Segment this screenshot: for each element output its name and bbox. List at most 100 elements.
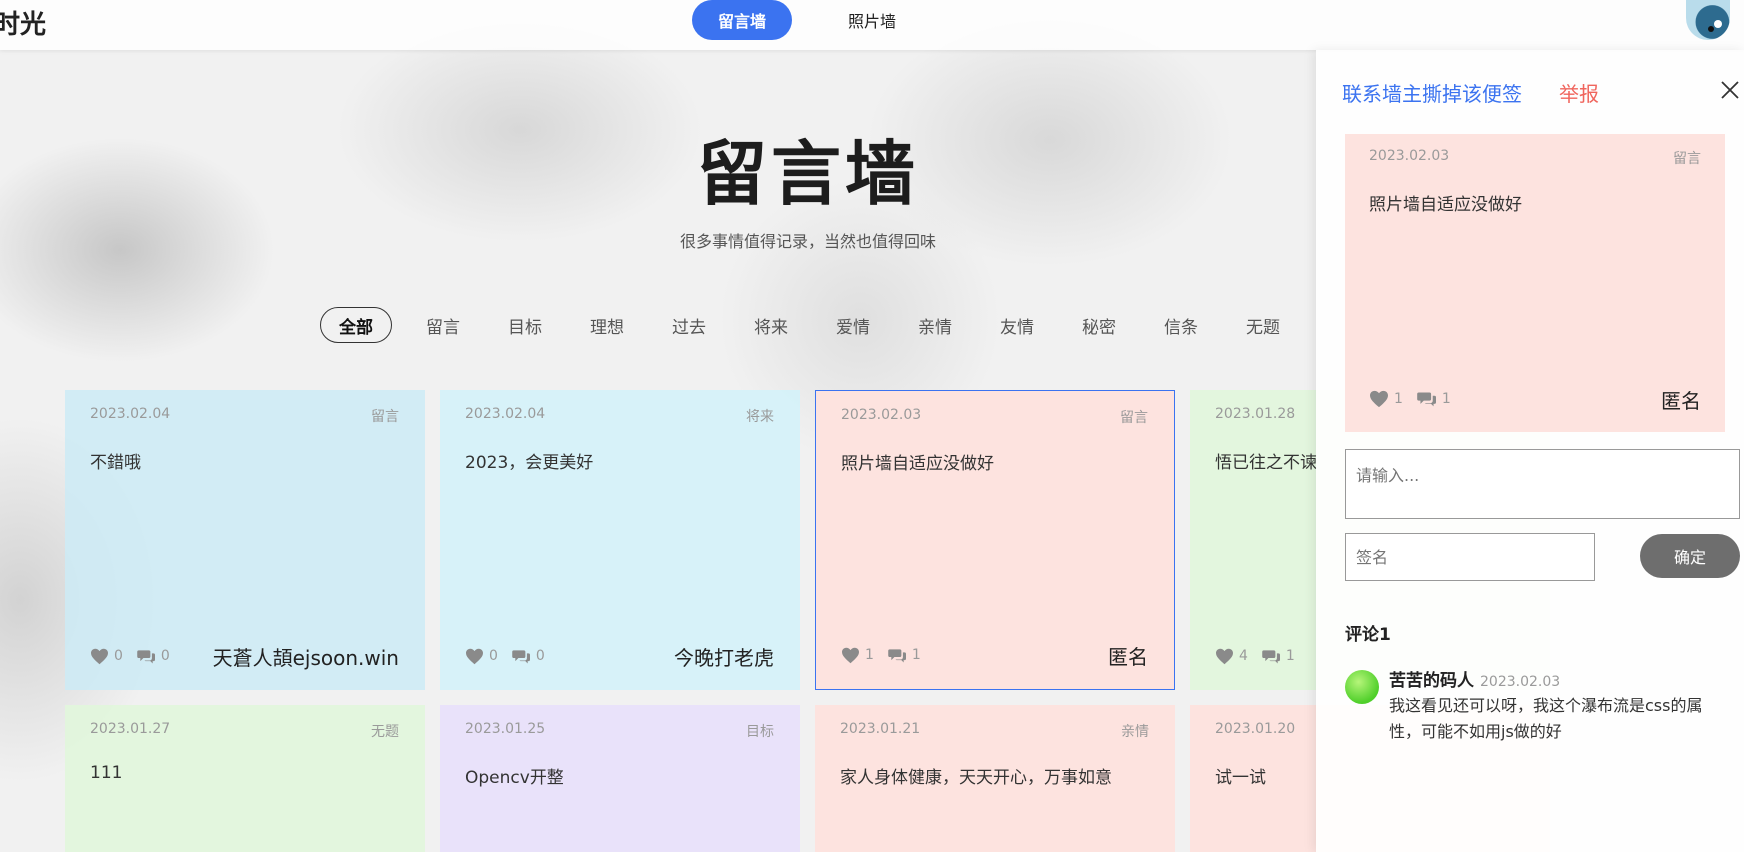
note-category: 将来 [746, 409, 774, 425]
comment-author-name: 苦苦的码人 [1389, 671, 1474, 691]
note-category: 亲情 [1121, 724, 1149, 740]
filter-future[interactable]: 将来 [730, 307, 812, 343]
comment-button[interactable]: 0 [512, 648, 545, 665]
comment-button[interactable]: 1 [1417, 390, 1451, 408]
note-card[interactable]: 2023.01.25 目标 Opencv开整 [440, 705, 800, 852]
comment-button[interactable]: 1 [1262, 648, 1295, 665]
note-date: 2023.01.25 [465, 721, 546, 737]
like-count: 1 [1394, 391, 1403, 407]
comment-count: 0 [535, 648, 545, 664]
note-date: 2023.01.21 [840, 721, 921, 737]
filter-all[interactable]: 全部 [320, 307, 392, 343]
note-footer: 0 0 天蒼人頡ejsoon.win [90, 644, 399, 670]
note-date: 2023.01.28 [1215, 406, 1296, 422]
like-button[interactable]: 1 [841, 647, 874, 664]
nav-message-wall[interactable]: 留言墙 [692, 0, 792, 40]
report-link[interactable]: 举报 [1559, 78, 1599, 107]
user-avatar[interactable] [1686, 0, 1730, 40]
comments-heading: 评论1 [1345, 625, 1391, 645]
comment-input[interactable] [1345, 449, 1740, 519]
comment-icon [137, 649, 155, 663]
like-count: 0 [114, 648, 123, 664]
note-card[interactable]: 2023.01.27 无题 111 [65, 705, 425, 852]
heart-icon [842, 647, 859, 663]
note-message: 不錯哦 [90, 453, 141, 473]
comment-button[interactable]: 1 [888, 647, 921, 664]
comment-count: 1 [1285, 648, 1295, 664]
comment-icon [888, 648, 906, 662]
filter-untitled[interactable]: 无题 [1222, 307, 1304, 343]
note-message: 家人身体健康，天天开心，万事如意 [840, 768, 1112, 788]
like-button[interactable]: 0 [90, 648, 123, 665]
avatar-pupil-icon [1708, 26, 1714, 32]
avatar-eye-icon [1714, 20, 1722, 28]
note-footer: 1 1 匿名 [1369, 386, 1701, 413]
comment-icon [1262, 649, 1280, 663]
comment-date: 2023.02.03 [1480, 674, 1561, 690]
filter-secret[interactable]: 秘密 [1058, 307, 1140, 343]
category-filter-bar: 全部 留言 目标 理想 过去 将来 爱情 亲情 友情 秘密 信条 无题 [320, 307, 1304, 343]
comment-count: 1 [911, 647, 921, 663]
note-category: 留言 [1673, 151, 1701, 167]
like-button[interactable]: 0 [465, 648, 498, 665]
note-card[interactable]: 2023.01.21 亲情 家人身体健康，天天开心，万事如意 [815, 705, 1175, 852]
filter-creed[interactable]: 信条 [1140, 307, 1222, 343]
avatar [1345, 670, 1379, 704]
note-card-selected[interactable]: 2023.02.03 留言 照片墙自适应没做好 1 1 匿名 [815, 390, 1175, 690]
note-card[interactable]: 2023.02.04 将来 2023，会更美好 0 0 今晚打老虎 [440, 390, 800, 690]
filter-message[interactable]: 留言 [402, 307, 484, 343]
heart-icon [1216, 648, 1233, 664]
note-signer: 天蒼人頡ejsoon.win [212, 645, 399, 670]
close-icon[interactable] [1720, 80, 1740, 100]
note-date: 2023.02.03 [841, 407, 922, 423]
like-count: 4 [1239, 648, 1248, 664]
comment-count: 1 [1441, 391, 1451, 407]
tear-off-note-link[interactable]: 联系墙主撕掉该便签 [1342, 78, 1522, 107]
nav-photo-wall[interactable]: 照片墙 [822, 0, 922, 40]
note-signer: 今晚打老虎 [674, 645, 774, 670]
heart-icon [466, 648, 483, 664]
filter-family[interactable]: 亲情 [894, 307, 976, 343]
heart-icon [91, 648, 108, 664]
note-date: 2023.01.20 [1215, 721, 1296, 737]
filter-love[interactable]: 爱情 [812, 307, 894, 343]
note-footer: 1 1 匿名 [841, 643, 1148, 669]
note-category: 目标 [746, 724, 774, 740]
note-message: 111 [90, 763, 123, 783]
comment-count: 0 [160, 648, 170, 664]
like-count: 0 [489, 648, 498, 664]
note-signer: 匿名 [1661, 388, 1701, 413]
detail-note-card: 2023.02.03 留言 照片墙自适应没做好 1 1 匿名 [1345, 134, 1725, 432]
filter-ideal[interactable]: 理想 [566, 307, 648, 343]
signature-input[interactable] [1345, 533, 1595, 581]
note-message: 试一试 [1215, 768, 1266, 788]
note-message: Opencv开整 [465, 768, 564, 788]
heart-icon [1370, 390, 1388, 408]
like-button[interactable]: 4 [1215, 648, 1248, 665]
note-signer: 匿名 [1108, 644, 1148, 669]
like-count: 1 [865, 647, 874, 663]
comment-text: 我这看见还可以呀，我这个瀑布流是css的属性，可能不如用js做的好 [1389, 696, 1703, 741]
note-card[interactable]: 2023.02.04 留言 不錯哦 0 0 天蒼人頡ejsoon.win [65, 390, 425, 690]
comment-icon [512, 649, 530, 663]
note-date: 2023.02.03 [1369, 148, 1450, 164]
note-date: 2023.02.04 [90, 406, 171, 422]
note-category: 无题 [371, 724, 399, 740]
note-message: 照片墙自适应没做好 [841, 454, 994, 474]
note-footer: 0 0 今晚打老虎 [465, 644, 774, 670]
note-date: 2023.02.04 [465, 406, 546, 422]
note-message: 照片墙自适应没做好 [1369, 195, 1522, 215]
comment-button[interactable]: 0 [137, 648, 170, 665]
confirm-button[interactable]: 确定 [1640, 534, 1740, 578]
note-date: 2023.01.27 [90, 721, 171, 737]
like-button[interactable]: 1 [1369, 390, 1403, 408]
app-logo[interactable]: 时光 [0, 4, 46, 41]
filter-goal[interactable]: 目标 [484, 307, 566, 343]
filter-past[interactable]: 过去 [648, 307, 730, 343]
note-category: 留言 [371, 409, 399, 425]
filter-friendship[interactable]: 友情 [976, 307, 1058, 343]
top-bar: 时光 留言墙 照片墙 [0, 0, 1744, 50]
comment-icon [1417, 392, 1436, 407]
note-category: 留言 [1120, 410, 1148, 426]
comment-author: 苦苦的码人 2023.02.03 [1389, 666, 1560, 691]
